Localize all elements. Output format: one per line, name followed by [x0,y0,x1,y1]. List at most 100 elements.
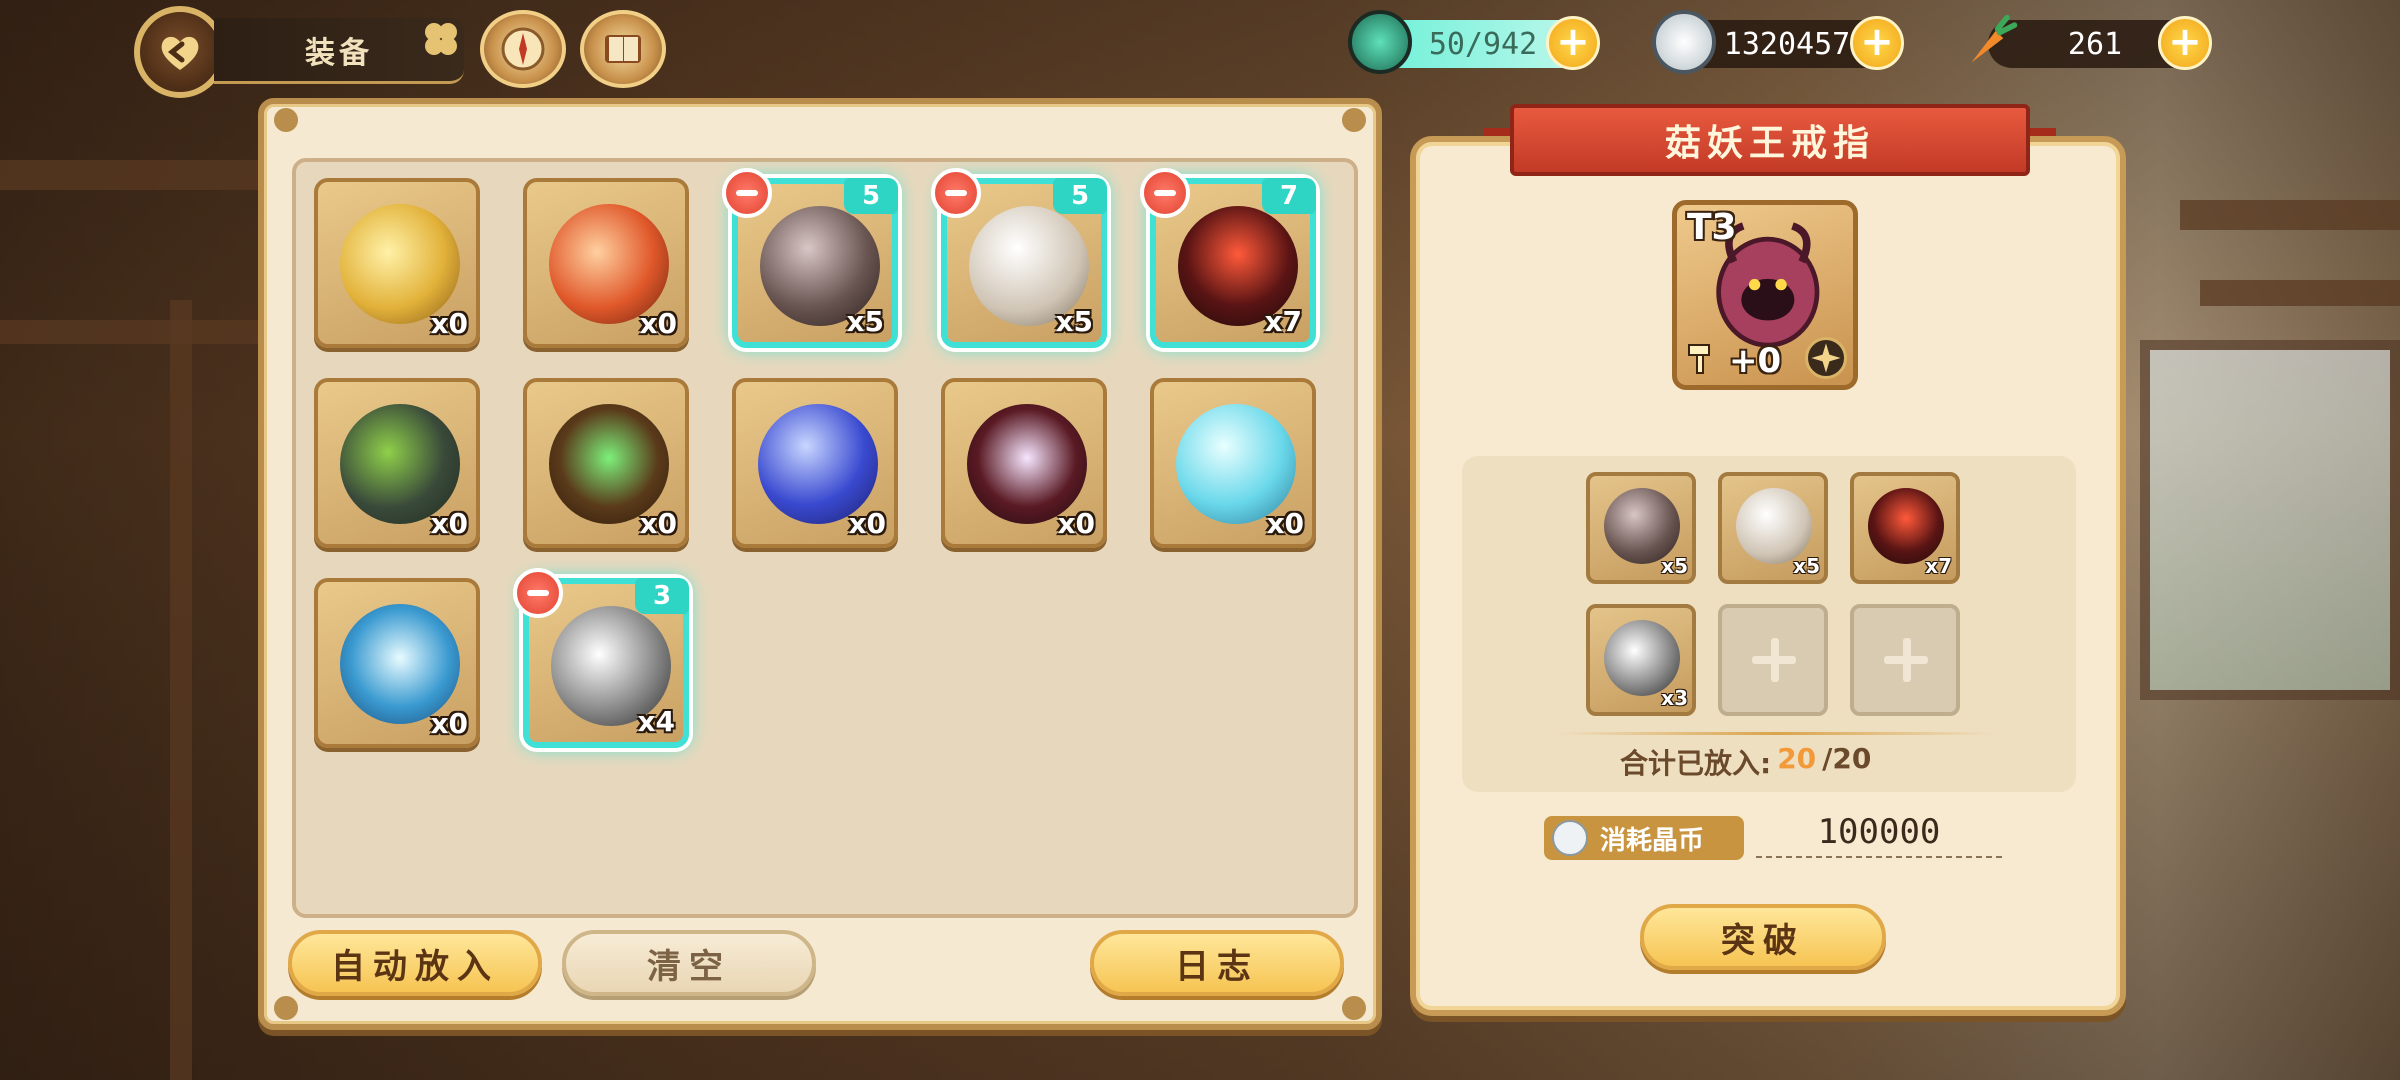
equipment-level: +0 [1729,341,1782,381]
dark-orb-icon [1604,488,1680,564]
add-stamina-button[interactable]: + [1546,16,1600,70]
material-quantity: x7 [1925,554,1952,578]
crystal-coin-icon [1552,820,1588,856]
placed-count-badge: 5 [1053,178,1107,214]
item-quantity: x7 [1264,305,1302,338]
back-button[interactable] [134,6,226,98]
book-menu-button[interactable] [580,10,666,88]
equipment-slot[interactable]: T3 +0 [1672,200,1858,390]
ice-jelly-icon [1176,404,1296,524]
clover-coin-resource: 1320457 + [1652,10,1904,74]
placed-material-dark-orb[interactable]: x5 [1586,472,1696,584]
auto-fill-button[interactable]: 自动放入 [288,930,542,996]
item-quantity: x4 [637,705,675,738]
placed-total-label: 合计已放入: [1620,747,1772,780]
panel-corner-ornament [1342,996,1366,1020]
placed-material-lava-core[interactable]: x7 [1850,472,1960,584]
inventory-slot-emerald-shell[interactable]: x0 [523,378,689,548]
remove-item-button[interactable] [931,168,981,218]
remove-item-button[interactable] [722,168,772,218]
inventory-slot-crimson-crystal[interactable]: x0 [941,378,1107,548]
panel-corner-ornament [274,996,298,1020]
placed-total-current: 20 [1777,742,1817,775]
panel-corner-ornament [1342,108,1366,132]
compass-icon [501,27,545,71]
item-quantity: x5 [846,305,884,338]
cost-label: 消耗晶币 [1600,825,1705,856]
log-button[interactable]: 日志 [1090,930,1344,996]
placed-count-badge: 7 [1262,178,1316,214]
stamina-resource: 50/942 + [1348,10,1600,74]
item-quantity: x0 [848,507,886,540]
background-beam [0,320,260,344]
compass-menu-button[interactable] [480,10,566,88]
inventory-slot-fire-ore[interactable]: x0 [523,178,689,348]
inventory-slot-water-orb[interactable]: x0 [732,378,898,548]
placed-total: 合计已放入: 20/20 [1620,742,1871,782]
fire-ore-icon [549,204,669,324]
item-quantity: x0 [430,707,468,740]
equipment-tier: T3 [1687,207,1737,248]
moss-stone-icon [340,404,460,524]
lava-core-icon [1868,488,1944,564]
placed-total-max: /20 [1822,742,1872,775]
material-quantity: x5 [1793,554,1820,578]
clear-label: 清空 [647,946,731,987]
inventory-slot-pale-orb[interactable]: x5 5 [931,168,1107,348]
remove-item-button[interactable] [1140,168,1190,218]
inventory-slot-frost-shard[interactable]: x0 [314,578,480,748]
gold-ore-icon [340,204,460,324]
equipment-name-ribbon: 菇妖王戒指 [1484,104,2056,188]
log-label: 日志 [1175,946,1259,987]
potion-icon [1348,10,1412,74]
item-quantity: x0 [1266,507,1304,540]
iron-ore-icon [1604,620,1680,696]
inventory-slot-gold-ore[interactable]: x0 [314,178,480,348]
background-beam [2180,200,2400,230]
add-carrot-button[interactable]: + [2158,16,2212,70]
item-quantity: x0 [1057,507,1095,540]
cost-label-tag: 消耗晶币 [1544,816,1744,860]
clover-icon [425,23,457,55]
add-clover-coin-button[interactable]: + [1850,16,1904,70]
cost-value: 100000 [1817,812,1941,852]
item-quantity: x0 [430,307,468,340]
background-beam [170,300,192,1080]
inventory-slot-iron-ore[interactable]: x4 3 [513,568,689,748]
empty-material-slot[interactable] [1718,604,1828,716]
heart-back-icon [161,36,199,70]
divider [1556,732,1996,735]
equipment-name: 菇妖王戒指 [1664,123,1875,164]
add-slot-icon [1752,638,1796,682]
background-beam [0,160,260,190]
inventory-slot-dark-orb[interactable]: x5 5 [722,168,898,348]
placed-count-badge: 5 [844,178,898,214]
placed-material-pale-orb[interactable]: x5 [1718,472,1828,584]
inventory-slot-moss-stone[interactable]: x0 [314,378,480,548]
pale-orb-icon [1736,488,1812,564]
cost-underline [1756,856,2002,858]
add-slot-icon [1884,638,1928,682]
emerald-shell-icon [549,404,669,524]
panel-corner-ornament [274,108,298,132]
page-title: 装备 [305,35,373,71]
material-quantity: x3 [1661,686,1688,710]
clover-coin-icon [1652,10,1716,74]
breakthrough-button[interactable]: 突破 [1640,904,1886,970]
placed-count-badge: 3 [635,578,689,614]
background-beam [2200,280,2400,306]
inventory-slot-lava-core[interactable]: x7 7 [1140,168,1316,348]
carrot-resource: 261 + [1971,14,2212,70]
item-quantity: x0 [639,307,677,340]
clear-button[interactable]: 清空 [562,930,816,996]
inventory-slot-ice-jelly[interactable]: x0 [1150,378,1316,548]
item-quantity: x0 [639,507,677,540]
remove-item-button[interactable] [513,568,563,618]
crimson-crystal-icon [967,404,1087,524]
water-orb-icon [758,404,878,524]
carrot-icon [1960,10,2024,74]
placed-material-iron-ore[interactable]: x3 [1586,604,1696,716]
auto-fill-label: 自动放入 [331,946,499,987]
frost-shard-icon [340,604,460,724]
empty-material-slot[interactable] [1850,604,1960,716]
